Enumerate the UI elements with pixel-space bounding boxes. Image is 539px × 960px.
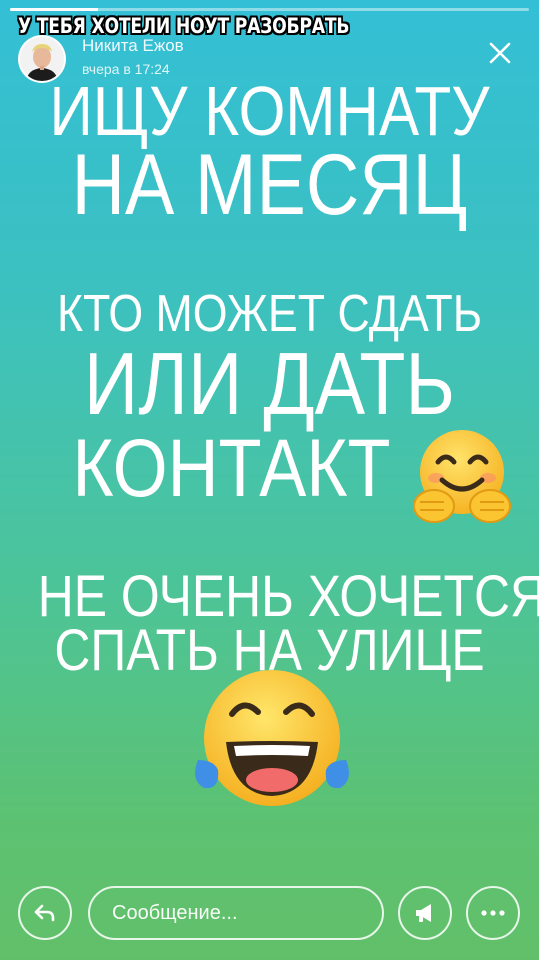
meme-caption: У ТЕБЯ ХОТЕЛИ НОУТ РАЗОБРАТЬ — [18, 14, 350, 38]
story-footer — [0, 880, 539, 950]
close-button[interactable] — [489, 42, 511, 64]
reply-button[interactable] — [18, 886, 72, 940]
author-avatar[interactable] — [18, 35, 66, 83]
story-progress-fill — [10, 8, 99, 11]
story-text-line-4: ИЛИ ДАТЬ — [83, 334, 456, 433]
hugging-face-emoji — [413, 430, 511, 523]
story-text-line-2: НА МЕСЯЦ — [71, 137, 468, 233]
reply-icon — [34, 904, 55, 922]
story-text-line-3: КТО МОЖЕТ СДАТЬ — [56, 285, 483, 343]
share-button[interactable] — [398, 886, 452, 940]
megaphone-icon — [416, 904, 431, 922]
author-name[interactable]: Никита Ежов — [82, 36, 184, 56]
more-icon — [481, 910, 505, 916]
message-input[interactable] — [88, 886, 384, 940]
story-progress-bar — [10, 8, 529, 11]
story-text-line-5: КОНТАКТ — [72, 423, 391, 514]
tears-of-joy-emoji — [195, 670, 349, 806]
story-text-line-1: ИЩУ КОМНАТУ — [49, 72, 490, 150]
close-icon — [489, 42, 511, 64]
more-button[interactable] — [466, 886, 520, 940]
